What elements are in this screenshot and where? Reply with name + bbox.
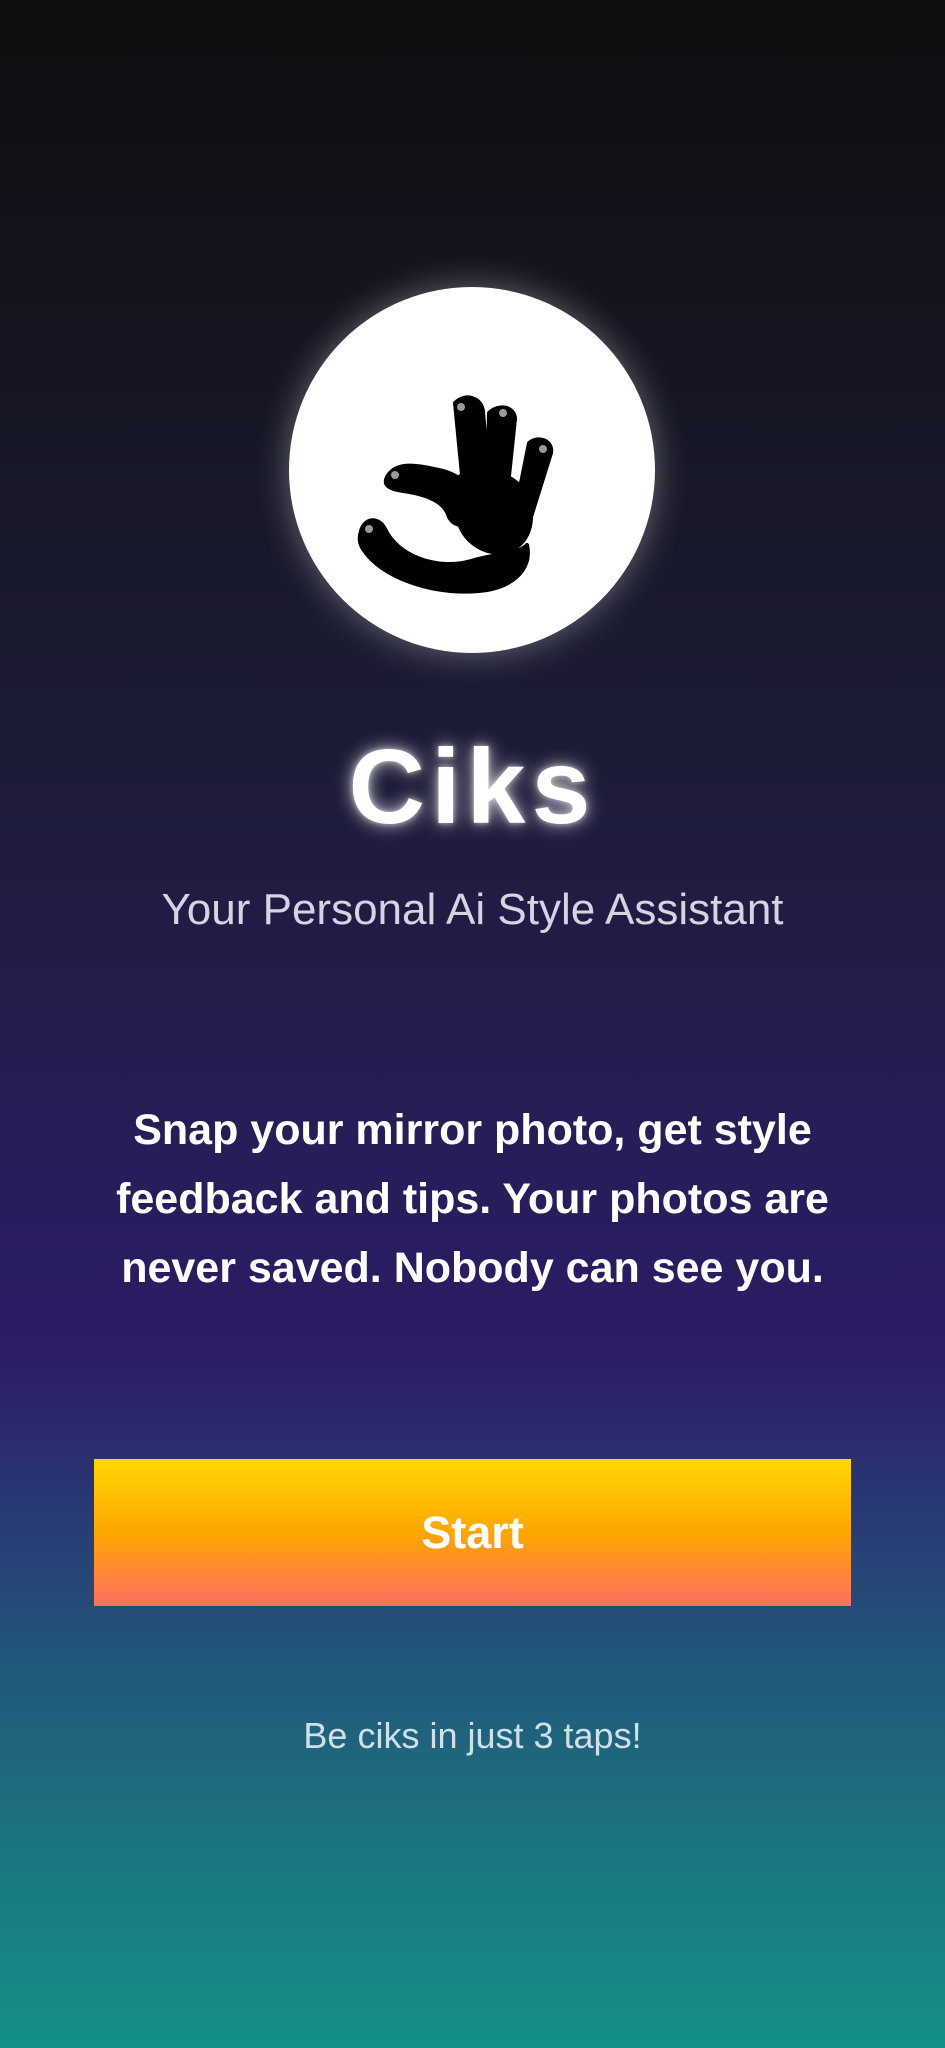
app-logo — [289, 287, 655, 653]
ok-hand-icon — [357, 395, 554, 594]
footer-note: Be ciks in just 3 taps! — [303, 1715, 642, 1756]
start-button[interactable]: Start — [94, 1459, 851, 1606]
onboarding-screen: Ciks Your Personal Ai Style Assistant Sn… — [0, 0, 945, 2048]
app-title: Ciks — [348, 728, 597, 846]
app-tagline: Your Personal Ai Style Assistant — [161, 885, 784, 934]
intro-description: Snap your mirror photo, get style feedba… — [116, 1106, 829, 1292]
